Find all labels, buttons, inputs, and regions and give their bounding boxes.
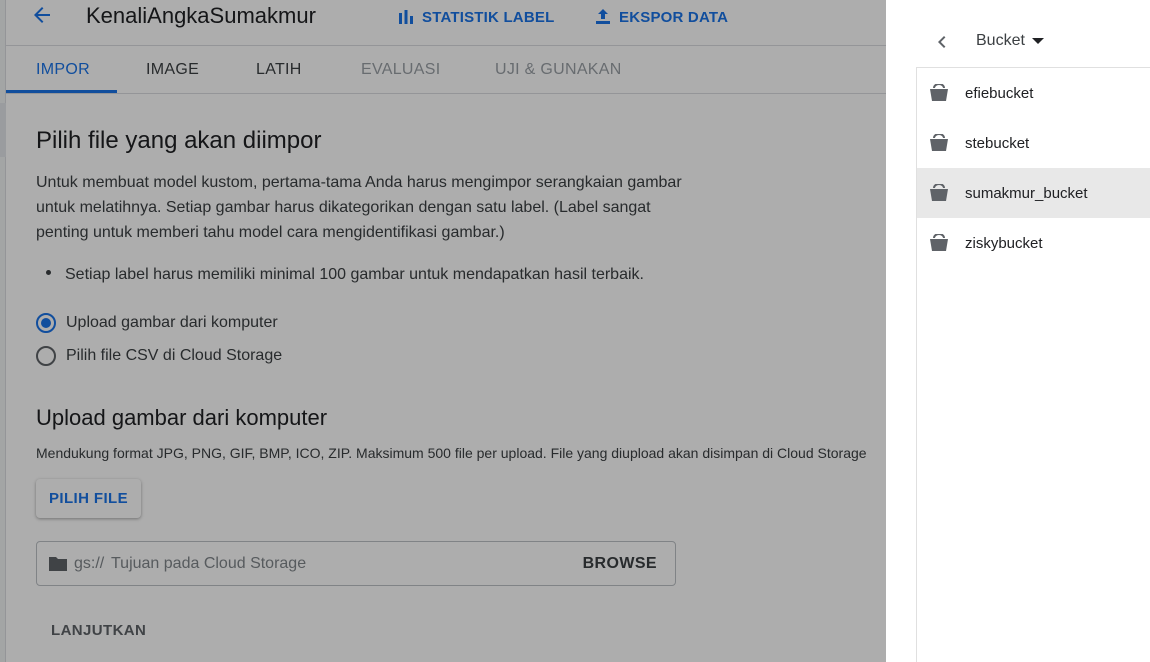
bucket-list: efiebucket stebucket sumakmur_bucket zis…: [917, 68, 1150, 268]
bucket-name: stebucket: [965, 135, 1030, 152]
bucket-dropdown[interactable]: Bucket: [976, 32, 1044, 50]
bucket-icon: [930, 234, 948, 251]
bucket-name: ziskybucket: [965, 235, 1043, 252]
bucket-item-selected[interactable]: sumakmur_bucket: [917, 168, 1150, 218]
bucket-name: sumakmur_bucket: [965, 185, 1088, 202]
bucket-picker-panel: Bucket efiebucket stebucket sumakmur_buc…: [886, 0, 1150, 662]
bucket-item[interactable]: efiebucket: [917, 68, 1150, 118]
bucket-name: efiebucket: [965, 85, 1034, 102]
chevron-left-icon[interactable]: [930, 30, 954, 54]
bucket-icon: [930, 184, 948, 201]
bucket-dropdown-label: Bucket: [976, 32, 1025, 49]
bucket-icon: [930, 134, 948, 151]
bucket-item[interactable]: stebucket: [917, 118, 1150, 168]
bucket-icon: [930, 84, 948, 101]
caret-down-icon: [1031, 38, 1044, 44]
bucket-item[interactable]: ziskybucket: [917, 218, 1150, 268]
